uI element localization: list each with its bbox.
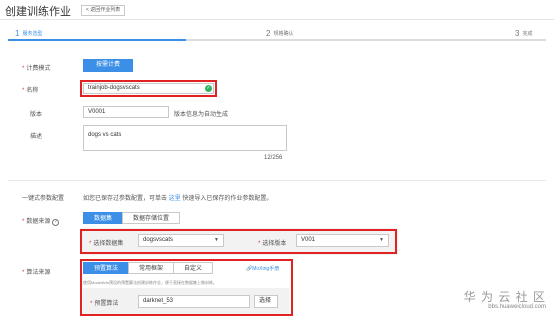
algorithm-tabs: 预置算法 常用框架 自定义: [83, 262, 214, 274]
dataset-select-value: dogsvscats: [143, 237, 174, 243]
required-mark: *: [22, 66, 25, 72]
watermark-name: 华 为 云 社 区: [463, 290, 546, 304]
page-title: 创建训练作业: [5, 6, 71, 18]
description-textarea[interactable]: dogs vs cats: [83, 125, 287, 151]
help-icon[interactable]: ?: [52, 219, 60, 226]
name-label: * 名称: [22, 85, 38, 94]
algorithm-source-label: * 算法来源: [22, 267, 50, 276]
preset-algorithm-label: * 预置算法: [90, 298, 118, 307]
step-number: 3: [515, 29, 520, 39]
required-mark: *: [89, 241, 92, 247]
algorithm-note: 使用ModelArts预设的预置算法创建训练作业，便于直接在数据集上做训练。: [83, 280, 218, 285]
datasource-label-text: 数据来源: [26, 219, 51, 225]
billing-mode-label: * 计费模式: [22, 63, 50, 72]
required-mark: *: [22, 219, 25, 225]
tab-custom[interactable]: 自定义: [173, 262, 214, 274]
step-progress-active: [8, 39, 186, 41]
step-label: 服务选型: [22, 31, 43, 38]
watermark-url: bbs.huaweicloud.com: [488, 304, 546, 310]
tab-common-framework[interactable]: 常用框架: [128, 262, 175, 274]
step-progress-remaining: [186, 39, 546, 41]
moxing-manual-link[interactable]: 🔗MoXing手册: [246, 265, 279, 272]
dataset-select[interactable]: dogsvscats ▼: [138, 234, 224, 247]
preset-algorithm-label-text: 预置算法: [94, 301, 119, 307]
back-to-job-list-button[interactable]: < 返回作业列表: [81, 5, 126, 16]
version-select-label: * 选择版本: [258, 238, 286, 247]
version-select-label-text: 选择版本: [262, 241, 287, 247]
section-divider: [8, 180, 546, 181]
preset-algorithm-input[interactable]: darknet_53: [138, 295, 250, 308]
oneclick-here-link[interactable]: 这里: [169, 196, 181, 202]
oneclick-config-text: 如您已保存过参数配置，可单击 这里 快速导入已保存的作业参数配置。: [83, 193, 272, 202]
step-2: 2 规格确认: [266, 29, 293, 38]
oneclick-config-label: 一键式参数配置: [22, 196, 65, 202]
required-mark: *: [90, 301, 93, 307]
version-select[interactable]: V001 ▼: [296, 234, 389, 247]
required-mark: *: [22, 270, 25, 276]
billing-on-demand-button[interactable]: 按需计费: [83, 59, 133, 72]
tab-dataset[interactable]: 数据集: [83, 212, 124, 224]
check-icon: ✓: [205, 85, 212, 92]
billing-mode-label-text: 计费模式: [26, 66, 51, 72]
dataset-select-label: * 选择数据集: [89, 238, 123, 247]
algorithm-source-label-text: 算法来源: [26, 270, 51, 276]
step-1: 1 服务选型: [15, 29, 42, 38]
version-select-value: V001: [301, 237, 316, 243]
name-label-text: 名称: [26, 88, 39, 94]
dataset-select-label-text: 选择数据集: [93, 241, 124, 247]
step-label: 规格确认: [273, 31, 294, 38]
top-bar: 创建训练作业 < 返回作业列表: [0, 0, 554, 20]
chevron-down-icon: ▼: [379, 237, 384, 243]
version-label: 版本: [30, 112, 43, 118]
oneclick-text-before: 如您已保存过参数配置，可单击: [83, 196, 168, 202]
moxing-manual-link-text: MoXing手册: [252, 266, 280, 272]
step-label: 完成: [522, 31, 533, 38]
step-3: 3 完成: [515, 29, 532, 38]
description-counter: 12/256: [264, 155, 283, 161]
tab-preset-algorithm[interactable]: 预置算法: [83, 262, 130, 274]
step-number: 2: [266, 29, 271, 39]
name-input[interactable]: trainjob-dogsvscats ✓: [83, 83, 214, 94]
select-algorithm-button[interactable]: 选择: [254, 295, 278, 308]
step-number: 1: [15, 29, 20, 39]
datasource-tabs: 数据集 数据存储位置: [83, 212, 181, 224]
tab-data-storage-location[interactable]: 数据存储位置: [122, 212, 181, 224]
datasource-label: * 数据来源 ?: [22, 216, 60, 226]
step-indicator: 1 服务选型 2 规格确认 3 完成: [0, 28, 554, 41]
name-input-value: trainjob-dogsvscats: [88, 85, 140, 91]
description-label: 描述: [30, 134, 43, 140]
required-mark: *: [258, 241, 261, 247]
version-input[interactable]: V0001: [83, 106, 169, 118]
chevron-down-icon: ▼: [214, 237, 219, 243]
version-hint: 版本信息为自动生成: [174, 112, 229, 118]
oneclick-text-after: 快速导入已保存的作业参数配置。: [182, 196, 273, 202]
required-mark: *: [22, 88, 25, 94]
